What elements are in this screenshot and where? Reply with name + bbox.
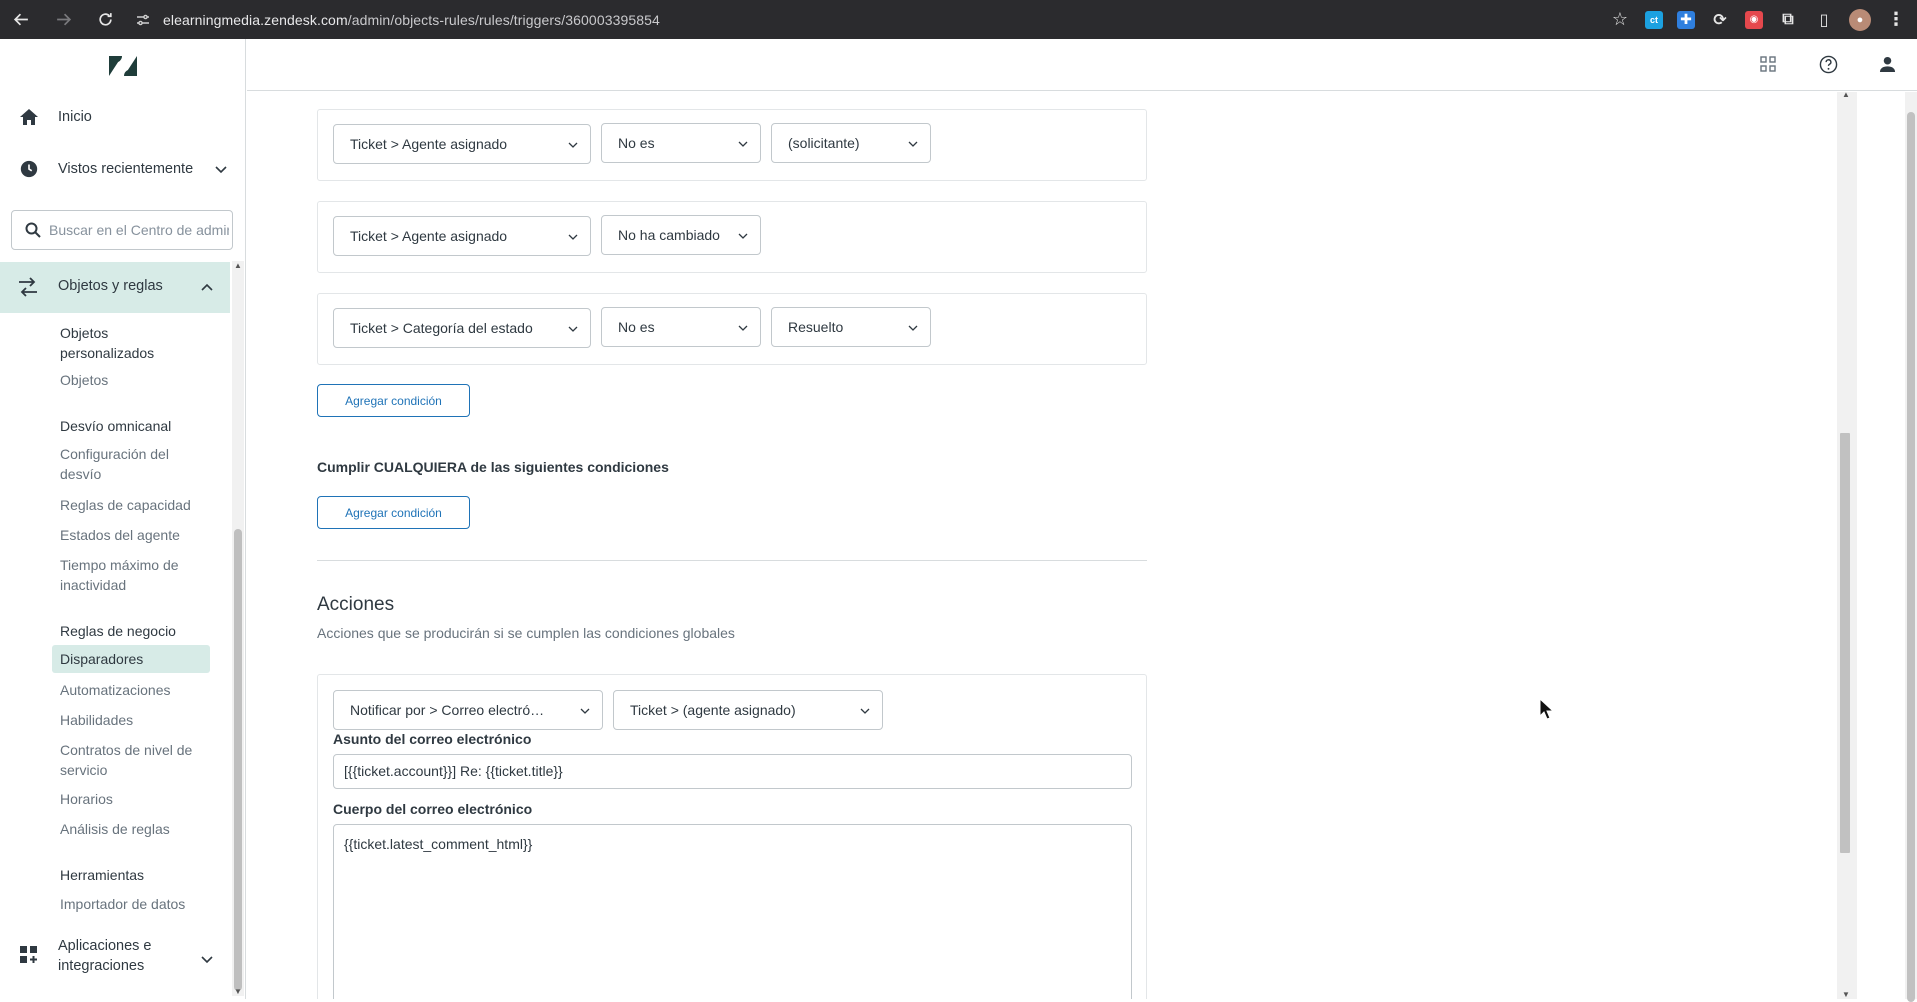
- email-body-textarea[interactable]: {{ticket.latest_comment_html}}: [333, 824, 1132, 999]
- chevron-down-icon: [568, 142, 578, 148]
- scroll-down-arrow-icon[interactable]: ▼: [1842, 990, 1850, 999]
- nav-schedules[interactable]: Horarios: [60, 789, 200, 809]
- chevron-down-icon: [738, 233, 748, 239]
- nav-tools-heading: Herramientas: [60, 867, 145, 883]
- email-subject-input[interactable]: [{{ticket.account}}] Re: {{ticket.title}…: [333, 754, 1132, 789]
- mouse-cursor-icon: [1539, 698, 1553, 720]
- nav-agent-states[interactable]: Estados del agente: [60, 525, 200, 545]
- extensions-puzzle-icon[interactable]: ⧉: [1777, 9, 1799, 31]
- condition-row: Ticket > Categoría del estado No es Resu…: [317, 293, 1147, 365]
- any-conditions-heading: Cumplir CUALQUIERA de las siguientes con…: [317, 459, 669, 475]
- email-body-label: Cuerpo del correo electrónico: [333, 801, 533, 817]
- chevron-down-icon: [738, 141, 748, 147]
- trigger-editor: Ticket > Agente asignado No es (solicita…: [247, 92, 1837, 999]
- nav-capacity-rules[interactable]: Reglas de capacidad: [60, 495, 200, 515]
- extension-plus-icon[interactable]: ✚: [1677, 10, 1695, 29]
- side-panel-icon[interactable]: ▯: [1813, 9, 1835, 31]
- browser-toolbar: elearningmedia.zendesk.com/admin/objects…: [0, 0, 1917, 39]
- nav-business-rules-heading: Reglas de negocio: [60, 623, 176, 639]
- zendesk-logo-icon[interactable]: [108, 53, 138, 79]
- profile-avatar[interactable]: ●: [1849, 8, 1871, 31]
- content-scroll-thumb[interactable]: [1840, 433, 1850, 853]
- action-recipient-select[interactable]: Ticket > (agente asignado): [613, 690, 883, 730]
- sidebar-scroll-thumb[interactable]: [234, 529, 242, 991]
- nav-skills[interactable]: Habilidades: [60, 710, 200, 730]
- extension-link-icon[interactable]: ⟳: [1709, 9, 1731, 31]
- action-type-select[interactable]: Notificar por > Correo electró…: [333, 690, 603, 730]
- admin-sidebar: Inicio Vistos recientemente Objetos y re…: [0, 39, 246, 999]
- window-scrollbar[interactable]: [1905, 92, 1917, 1002]
- nav-custom-objects[interactable]: Objetos personalizados: [60, 323, 200, 363]
- objects-rules-icon: [16, 275, 40, 304]
- condition-value-select[interactable]: (solicitante): [771, 123, 931, 163]
- nav-max-inactivity[interactable]: Tiempo máximo de inactividad: [60, 555, 200, 595]
- extension-red-icon[interactable]: ◉: [1745, 10, 1763, 29]
- nav-routing-config[interactable]: Configuración del desvío: [60, 444, 200, 484]
- products-grid-icon[interactable]: [1757, 53, 1779, 75]
- actions-description: Acciones que se producirán si se cumplen…: [317, 625, 735, 641]
- admin-search[interactable]: [11, 210, 233, 250]
- chevron-down-icon: [215, 166, 227, 174]
- browser-menu-icon[interactable]: ⋮: [1885, 9, 1907, 31]
- condition-field-select[interactable]: Ticket > Agente asignado: [333, 216, 591, 256]
- nav-home[interactable]: Inicio: [0, 92, 246, 142]
- condition-operator-select[interactable]: No es: [601, 307, 761, 347]
- chevron-down-icon: [568, 234, 578, 240]
- condition-operator-select[interactable]: No ha cambiado: [601, 215, 761, 255]
- top-header: [247, 39, 1917, 91]
- nav-data-importer[interactable]: Importador de datos: [60, 894, 200, 914]
- condition-row: Ticket > Agente asignado No ha cambiado: [317, 201, 1147, 273]
- nav-triggers[interactable]: Disparadores: [52, 645, 210, 673]
- section-divider: [317, 560, 1147, 561]
- clock-icon: [18, 158, 40, 180]
- chevron-down-icon: [908, 141, 918, 147]
- bookmark-star-icon[interactable]: ☆: [1609, 9, 1631, 31]
- condition-field-select[interactable]: Ticket > Agente asignado: [333, 124, 591, 164]
- chevron-down-icon: [738, 325, 748, 331]
- content-scrollbar[interactable]: ▲ ▼: [1837, 90, 1857, 999]
- nav-rule-analysis[interactable]: Análisis de reglas: [60, 819, 200, 839]
- search-input[interactable]: [49, 222, 229, 238]
- search-icon: [25, 222, 41, 238]
- chevron-down-icon: [908, 325, 918, 331]
- add-condition-all-button[interactable]: Agregar condición: [317, 384, 470, 417]
- address-bar[interactable]: elearningmedia.zendesk.com/admin/objects…: [135, 4, 660, 36]
- sidebar-scrollbar[interactable]: ▲ ▼: [232, 261, 244, 996]
- nav-omnichannel-heading: Desvío omnicanal: [60, 418, 172, 434]
- reload-icon[interactable]: [89, 4, 121, 36]
- condition-field-select[interactable]: Ticket > Categoría del estado: [333, 308, 591, 348]
- condition-row: Ticket > Agente asignado No es (solicita…: [317, 109, 1147, 181]
- home-icon: [18, 106, 40, 128]
- add-condition-any-button[interactable]: Agregar condición: [317, 496, 470, 529]
- nav-recent[interactable]: Vistos recientemente: [0, 144, 246, 194]
- chevron-down-icon: [580, 708, 590, 714]
- url-text: elearningmedia.zendesk.com/admin/objects…: [163, 11, 660, 28]
- nav-automations[interactable]: Automatizaciones: [60, 680, 200, 700]
- back-icon[interactable]: [5, 4, 37, 36]
- condition-value-select[interactable]: Resuelto: [771, 307, 931, 347]
- nav-sla[interactable]: Contratos de nivel de servicio: [60, 740, 200, 780]
- extension-icon[interactable]: ct: [1645, 10, 1663, 29]
- nav-apps-integrations[interactable]: Aplicaciones e integraciones: [0, 934, 232, 984]
- window-scroll-thumb[interactable]: [1907, 112, 1915, 1002]
- forward-icon[interactable]: [47, 4, 79, 36]
- scroll-up-arrow-icon[interactable]: ▲: [1842, 90, 1850, 99]
- user-profile-icon[interactable]: [1876, 53, 1898, 75]
- condition-operator-select[interactable]: No es: [601, 123, 761, 163]
- scroll-down-arrow-icon[interactable]: ▼: [234, 987, 242, 996]
- scroll-up-arrow-icon[interactable]: ▲: [234, 261, 242, 270]
- site-info-icon[interactable]: [135, 12, 151, 28]
- apps-grid-plus-icon: [18, 944, 40, 971]
- help-icon[interactable]: [1817, 53, 1839, 75]
- nav-objects[interactable]: Objetos: [60, 370, 200, 390]
- chevron-down-icon: [201, 956, 213, 964]
- chevron-down-icon: [860, 708, 870, 714]
- actions-heading: Acciones: [317, 594, 395, 615]
- chevron-up-icon: [201, 283, 213, 291]
- chevron-down-icon: [568, 326, 578, 332]
- nav-objects-rules[interactable]: Objetos y reglas: [0, 262, 230, 313]
- email-subject-label: Asunto del correo electrónico: [333, 731, 532, 747]
